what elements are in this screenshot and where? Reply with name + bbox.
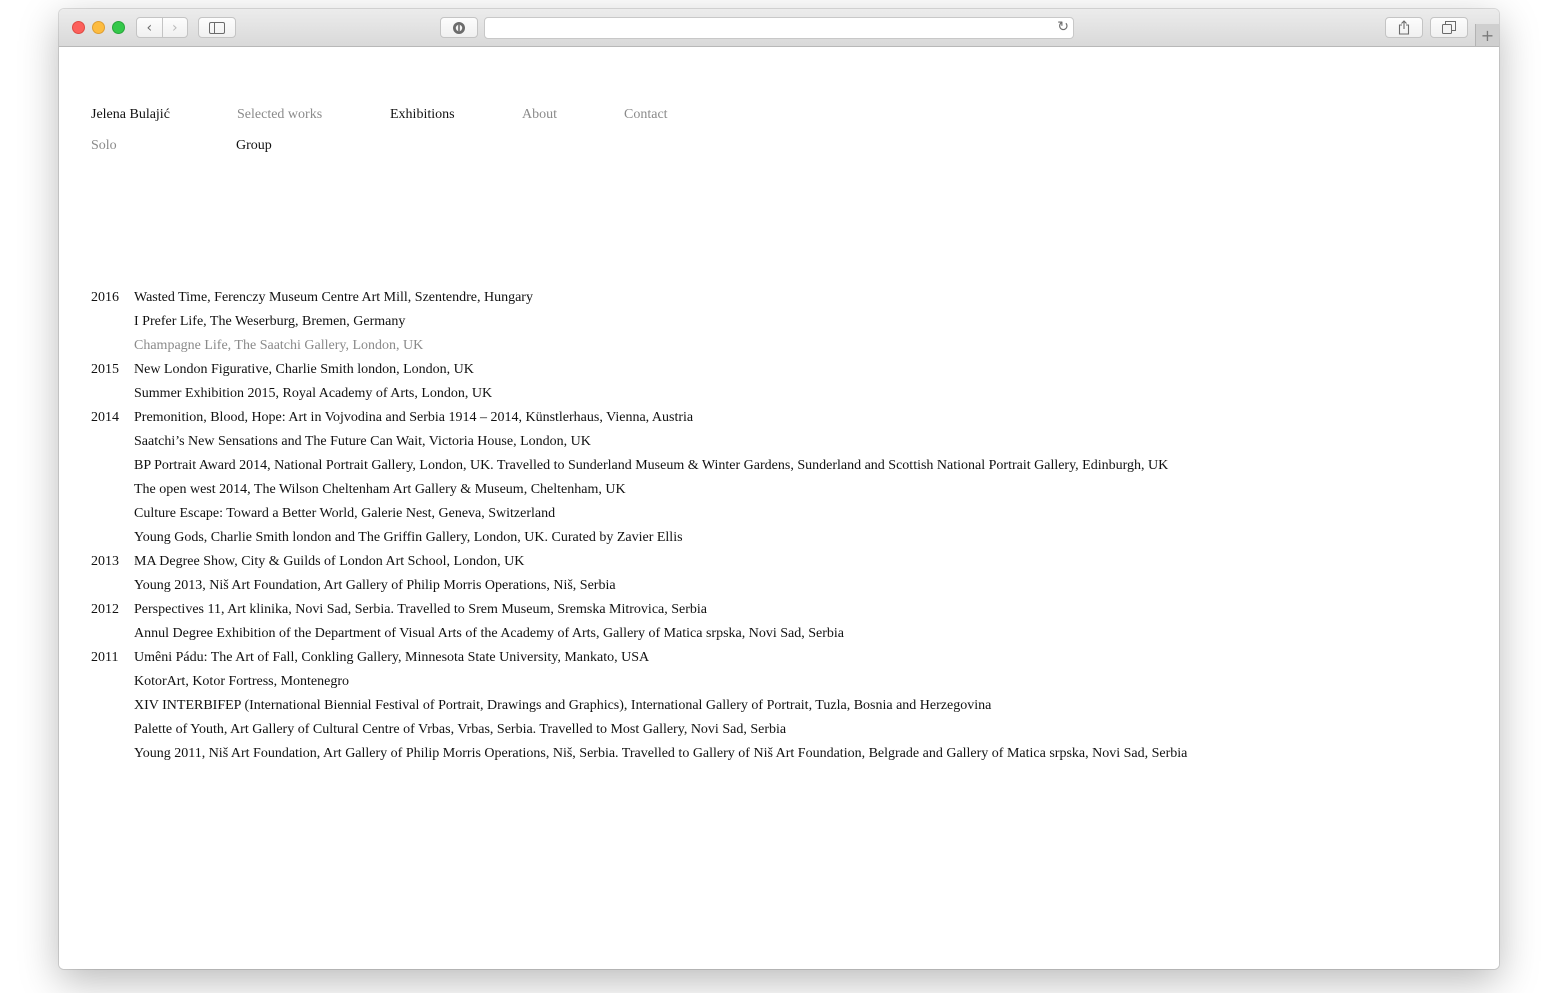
privacy-shield-icon — [453, 21, 465, 34]
plus-icon: + — [1480, 25, 1495, 45]
exhibition-entry: Perspectives 11, Art klinika, Novi Sad, … — [134, 602, 708, 617]
exhibition-row: Young 2011, Niš Art Foundation, Art Gall… — [91, 742, 1471, 766]
exhibition-row: 2012 Perspectives 11, Art klinika, Novi S… — [91, 598, 1471, 622]
exhibition-year: 2012 — [91, 602, 119, 617]
exhibition-row: 2016 Wasted Time, Ferenczy Museum Centre … — [91, 286, 1471, 310]
exhibition-row: The open west 2014, The Wilson Cheltenha… — [91, 478, 1471, 502]
exhibition-year: 2016 — [91, 290, 119, 305]
exhibition-entry: KotorArt, Kotor Fortress, Montenegro — [134, 674, 350, 689]
exhibition-row: BP Portrait Award 2014, National Portrai… — [91, 454, 1471, 478]
exhibition-row: Palette of Youth, Art Gallery of Cultura… — [91, 718, 1471, 742]
exhibition-row: Culture Escape: Toward a Better World, G… — [91, 502, 1471, 526]
exhibition-row: Young Gods, Charlie Smith london and The… — [91, 526, 1471, 550]
chevron-left-icon: ‹ — [146, 19, 153, 36]
sidebar-icon — [209, 21, 225, 34]
nav-about[interactable]: About — [522, 107, 557, 123]
nav-contact[interactable]: Contact — [624, 107, 668, 123]
exhibition-entry: Young 2011, Niš Art Foundation, Art Gall… — [134, 746, 1188, 761]
exhibition-row: Summer Exhibition 2015, Royal Academy of… — [91, 382, 1471, 406]
show-tabs-button[interactable] — [1430, 17, 1468, 38]
back-button[interactable]: ‹ — [137, 18, 163, 37]
maximize-window-button[interactable] — [112, 21, 125, 34]
exhibition-row: 2011 Umêni Pádu: The Art of Fall, Conklin… — [91, 646, 1471, 670]
exhibition-year: 2013 — [91, 554, 119, 569]
nav-exhibitions[interactable]: Exhibitions — [390, 107, 455, 123]
exhibition-entry: Young 2013, Niš Art Foundation, Art Gall… — [134, 578, 616, 593]
exhibition-row: 2013 MA Degree Show, City & Guilds of Lon… — [91, 550, 1471, 574]
share-button[interactable] — [1385, 17, 1423, 38]
exhibition-entry: Umêni Pádu: The Art of Fall, Conkling Ga… — [134, 650, 650, 665]
exhibition-entry: Summer Exhibition 2015, Royal Academy of… — [134, 386, 493, 401]
share-icon — [1398, 20, 1410, 35]
exhibition-entry: XIV INTERBIFEP (International Biennial F… — [134, 698, 992, 713]
close-window-button[interactable] — [72, 21, 85, 34]
forward-button[interactable]: › — [163, 18, 188, 37]
exhibition-row: XIV INTERBIFEP (International Biennial F… — [91, 694, 1471, 718]
nav-selected-works[interactable]: Selected works — [237, 107, 322, 123]
exhibition-row: Saatchi’s New Sensations and The Future … — [91, 430, 1471, 454]
exhibition-year: 2014 — [91, 410, 119, 425]
browser-toolbar: ‹ › ↻ + — [59, 9, 1499, 47]
minimize-window-button[interactable] — [92, 21, 105, 34]
chevron-right-icon: › — [171, 19, 178, 36]
exhibition-row: I Prefer Life, The Weserburg, Bremen, Ge… — [91, 310, 1471, 334]
exhibition-row: 2015 New London Figurative, Charlie Smith… — [91, 358, 1471, 382]
artist-name-home-link[interactable]: Jelena Bulajić — [91, 107, 170, 123]
reload-icon[interactable]: ↻ — [1057, 19, 1069, 35]
history-nav-group: ‹ › — [136, 17, 188, 38]
exhibition-entry: Champagne Life, The Saatchi Gallery, Lon… — [134, 338, 424, 353]
exhibition-list: 2016 Wasted Time, Ferenczy Museum Centre … — [91, 286, 1471, 766]
exhibition-entry: The open west 2014, The Wilson Cheltenha… — [134, 482, 626, 497]
tabs-overview-icon — [1442, 21, 1456, 34]
exhibition-year: 2015 — [91, 362, 119, 377]
exhibition-entry: Annul Degree Exhibition of the Departmen… — [134, 626, 845, 641]
exhibition-entry: Premonition, Blood, Hope: Art in Vojvodi… — [134, 410, 694, 425]
exhibition-entry: Saatchi’s New Sensations and The Future … — [134, 434, 591, 449]
privacy-report-button[interactable] — [440, 17, 478, 38]
exhibition-entry: MA Degree Show, City & Guilds of London … — [134, 554, 525, 569]
exhibition-entry: Wasted Time, Ferenczy Museum Centre Art … — [134, 290, 533, 305]
exhibition-entry: Culture Escape: Toward a Better World, G… — [134, 506, 556, 521]
exhibition-entry: Young Gods, Charlie Smith london and The… — [134, 530, 683, 545]
subnav-group[interactable]: Group — [236, 138, 272, 154]
page-content: Jelena Bulajić Selected works Exhibition… — [59, 47, 1499, 969]
exhibition-row: 2014 Premonition, Blood, Hope: Art in Voj… — [91, 406, 1471, 430]
browser-window: ‹ › ↻ + Jelena Bulajić Selected works Ex… — [59, 9, 1499, 969]
exhibition-entry: Palette of Youth, Art Gallery of Cultura… — [134, 722, 787, 737]
exhibition-entry: New London Figurative, Charlie Smith lon… — [134, 362, 474, 377]
exhibition-row: Annul Degree Exhibition of the Departmen… — [91, 622, 1471, 646]
exhibition-row: Champagne Life, The Saatchi Gallery, Lon… — [91, 334, 1471, 358]
exhibition-year: 2011 — [91, 650, 119, 665]
exhibition-entry: BP Portrait Award 2014, National Portrai… — [134, 458, 1169, 473]
exhibition-row: KotorArt, Kotor Fortress, Montenegro — [91, 670, 1471, 694]
exhibition-entry: I Prefer Life, The Weserburg, Bremen, Ge… — [134, 314, 406, 329]
exhibition-row: Young 2013, Niš Art Foundation, Art Gall… — [91, 574, 1471, 598]
sidebar-toggle-button[interactable] — [198, 17, 236, 38]
subnav-solo[interactable]: Solo — [91, 138, 117, 154]
address-bar[interactable]: ↻ — [484, 17, 1074, 39]
new-tab-button[interactable]: + — [1475, 24, 1499, 46]
